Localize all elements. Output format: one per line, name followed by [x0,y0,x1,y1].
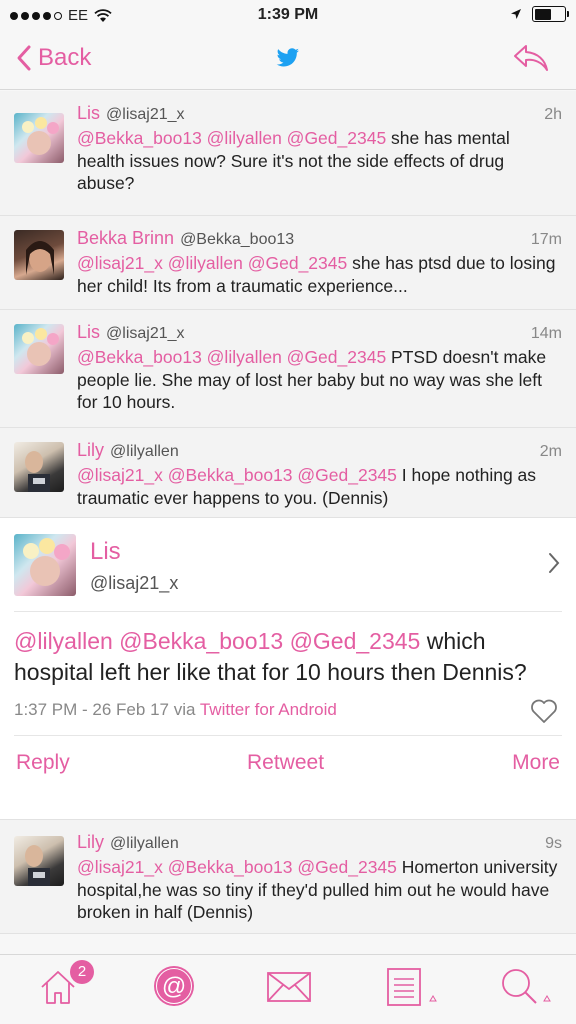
nav-bar: Back [0,32,576,90]
tab-search[interactable] [500,967,556,1012]
battery-icon [532,6,569,22]
tweet-author-handle: @lilyallen [110,443,179,460]
tweet[interactable]: Lily @lilyallen 2m @lisaj21_x @Bekka_boo… [0,428,576,518]
retweet-button[interactable]: Retweet [247,751,324,775]
tweet-source-link[interactable]: Twitter for Android [200,700,337,719]
reply-icon[interactable] [512,42,550,74]
tweet-author-name[interactable]: Lis [77,101,100,125]
tweet-header: Lis @lisaj21_x 2h [77,101,562,127]
tweet-header: Bekka Brinn @Bekka_boo13 17m [77,226,562,252]
tab-messages[interactable] [266,971,312,1008]
twitter-bird-icon [276,48,300,67]
tab-bar: 2 @ [0,954,576,1024]
at-sign-icon: @ [154,966,194,1006]
tweet-mentions[interactable]: @lisaj21_x @lilyallen @Ged_2345 [77,253,347,273]
tweet-meta: 1:37 PM - 26 Feb 17 via Twitter for Andr… [14,688,562,736]
tweet-header: Lily @lilyallen 2m [77,438,562,464]
tweet-text: @lisaj21_x @Bekka_boo13 @Ged_2345 I hope… [77,464,562,509]
tweet-time: 17m [530,231,562,248]
location-arrow-icon [511,9,521,19]
tweet-text: @Bekka_boo13 @lilyallen @Ged_2345 she ha… [77,127,562,195]
avatar[interactable] [14,534,76,596]
avatar[interactable] [14,836,64,886]
list-icon [387,968,437,1006]
avatar[interactable] [14,442,64,492]
status-bar: EE 1:39 PM [0,0,576,32]
tweet-time: 14m [530,325,562,342]
tweet-timestamp: 1:37 PM - 26 Feb 17 via [14,700,200,719]
avatar[interactable] [14,324,64,374]
tweet-author-name[interactable]: Lis [77,320,100,344]
focused-tweet-text: @lilyallen @Bekka_boo13 @Ged_2345 which … [14,612,562,688]
chevron-left-icon [17,45,31,71]
tweet[interactable]: Lily @lilyallen 9s @lisaj21_x @Bekka_boo… [0,820,576,934]
envelope-icon [267,972,311,1002]
more-button[interactable]: More [512,751,560,775]
timeline: Lis @lisaj21_x 2h @Bekka_boo13 @lilyalle… [0,91,576,934]
tweet-mentions[interactable]: @Bekka_boo13 @lilyallen @Ged_2345 [77,128,386,148]
tweet-author-handle: @lisaj21_x [106,325,185,342]
status-right [510,6,569,22]
focused-author-handle: @lisaj21_x [90,573,179,593]
focused-tweet-author[interactable]: Lis @lisaj21_x [14,518,562,612]
tweet-author-handle: @lisaj21_x [106,106,185,123]
tweet-actions: Reply Retweet More [14,736,562,791]
tweet-text: @lisaj21_x @lilyallen @Ged_2345 she has … [77,252,562,297]
svg-text:@: @ [162,973,186,1000]
tweet-time: 2h [544,106,562,123]
tweet-text: @Bekka_boo13 @lilyallen @Ged_2345 PTSD d… [77,346,562,414]
tweet-author-name[interactable]: Lily [77,438,104,462]
tweet-time: 2m [539,443,562,460]
chevron-right-icon[interactable] [548,552,560,574]
tweet-mentions[interactable]: @lilyallen @Bekka_boo13 @Ged_2345 [14,628,420,654]
tweet-time: 9s [545,835,562,852]
search-icon [502,969,551,1004]
tweet-author-name[interactable]: Lily [77,830,104,854]
tweet[interactable]: Lis @lisaj21_x 2h @Bekka_boo13 @lilyalle… [0,91,576,216]
status-time: 1:39 PM [257,6,319,23]
tweet-header: Lily @lilyallen 9s [77,830,562,856]
tweet-author-handle: @Bekka_boo13 [180,231,295,248]
avatar[interactable] [14,113,64,163]
tweet-mentions[interactable]: @lisaj21_x @Bekka_boo13 @Ged_2345 [77,857,397,877]
tweet-header: Lis @lisaj21_x 14m [77,320,562,346]
tweet-mentions[interactable]: @lisaj21_x @Bekka_boo13 @Ged_2345 [77,465,397,485]
focused-author-name: Lis [90,538,121,565]
tweet-mentions[interactable]: @Bekka_boo13 @lilyallen @Ged_2345 [77,347,386,367]
back-label: Back [38,44,92,71]
avatar[interactable] [14,230,64,280]
reply-button[interactable]: Reply [16,751,70,775]
tab-mentions[interactable]: @ [153,965,195,1012]
notification-badge: 2 [70,960,94,984]
heart-icon[interactable] [530,698,558,724]
tweet[interactable]: Bekka Brinn @Bekka_boo13 17m @lisaj21_x … [0,216,576,310]
tab-lists[interactable] [386,967,440,1012]
focused-tweet: Lis @lisaj21_x @lilyallen @Bekka_boo13 @… [0,518,576,820]
tweet-author-handle: @lilyallen [110,835,179,852]
tweet-text: @lisaj21_x @Bekka_boo13 @Ged_2345 Homert… [77,856,562,924]
tweet[interactable]: Lis @lisaj21_x 14m @Bekka_boo13 @lilyall… [0,310,576,428]
tweet-author-name[interactable]: Bekka Brinn [77,226,174,250]
back-button[interactable]: Back [16,44,91,72]
